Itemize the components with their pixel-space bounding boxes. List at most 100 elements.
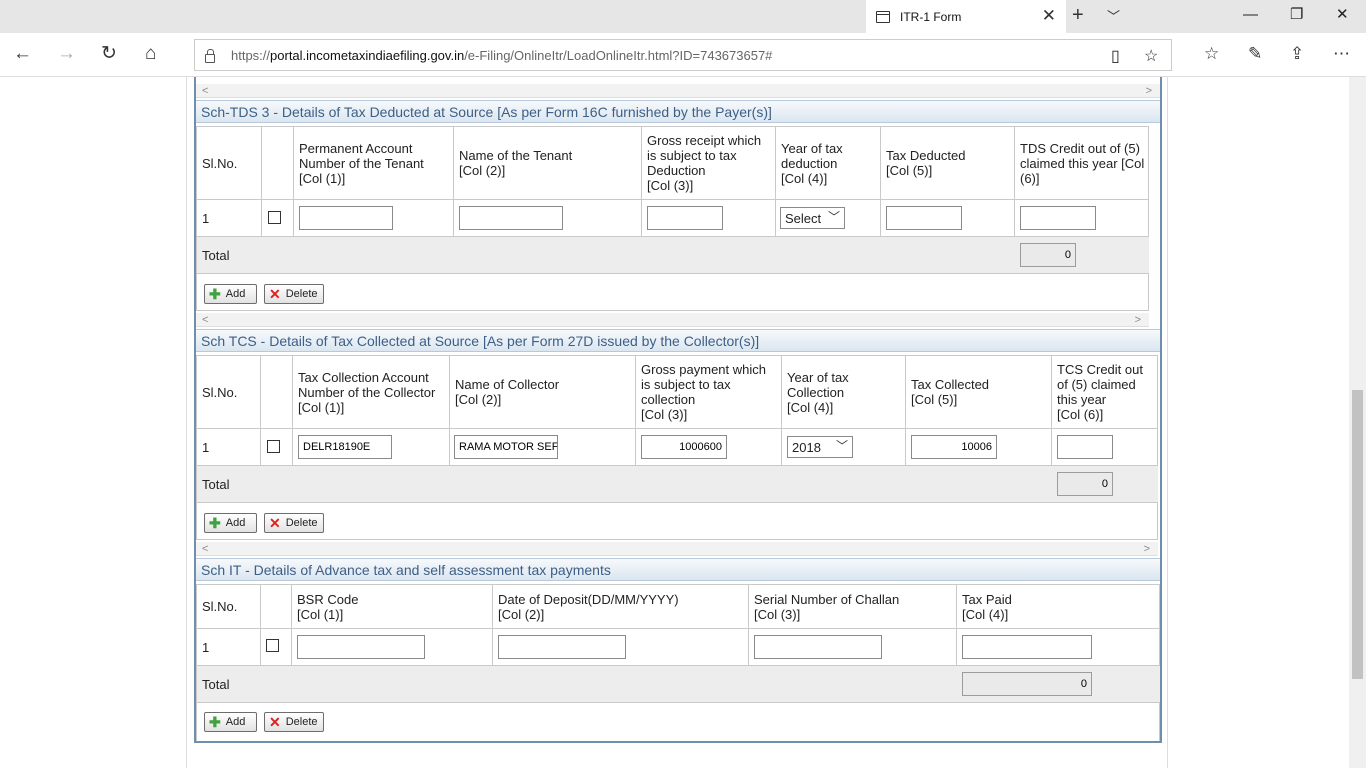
browser-tab[interactable]: ITR-1 Form ✕ xyxy=(866,0,1066,33)
address-toolbar: ← → ↻ ⌂ https://portal.incometaxindiaefi… xyxy=(0,33,1366,77)
challan-cell xyxy=(749,629,957,666)
chevron-down-icon: ﹀ xyxy=(827,210,840,224)
row-number: 1 xyxy=(197,629,261,666)
new-tab-icon[interactable]: + xyxy=(1072,5,1084,25)
scroll-left-icon[interactable]: < xyxy=(202,84,208,98)
url-host: portal.incometaxindiaefiling.gov.in xyxy=(270,47,465,63)
total-cell: 0 xyxy=(957,666,1160,703)
total-cell: 0 xyxy=(1015,237,1149,274)
gross-cell xyxy=(642,200,776,237)
row-checkbox-cell xyxy=(261,429,293,466)
year-cell: Select ﹀ xyxy=(776,200,881,237)
url-path: /e-Filing/OnlineItr/LoadOnlineItr.html?I… xyxy=(464,47,773,63)
close-tab-icon[interactable]: ✕ xyxy=(1042,7,1056,24)
tenant-name-input[interactable] xyxy=(459,206,563,230)
favorites-list-icon[interactable]: ☆ xyxy=(1204,44,1219,64)
favorite-star-icon[interactable]: ☆ xyxy=(1144,46,1158,66)
lock-icon xyxy=(205,48,215,63)
gross-cell: 1000600 xyxy=(636,429,782,466)
url-bar[interactable]: https://portal.incometaxindiaefiling.gov… xyxy=(194,39,1172,71)
delete-button[interactable]: ✕ Delete xyxy=(264,712,324,732)
scrollbar-thumb[interactable] xyxy=(1352,390,1363,679)
scroll-left-icon[interactable]: < xyxy=(202,542,208,556)
header-checkbox-col xyxy=(261,356,293,429)
page-content: < > Sch-TDS 3 - Details of Tax Deducted … xyxy=(0,77,1366,768)
refresh-icon[interactable]: ↻ xyxy=(101,43,117,65)
tax-paid-input[interactable] xyxy=(962,635,1092,659)
pan-input[interactable] xyxy=(299,206,393,230)
tax-collected-cell: 10006 xyxy=(906,429,1052,466)
forward-icon[interactable]: → xyxy=(57,43,76,65)
share-icon[interactable]: ⇪ xyxy=(1290,44,1304,64)
row-checkbox[interactable] xyxy=(268,211,281,224)
it-table: Sl.No. BSR Code [Col (1)] Date of Deposit… xyxy=(196,584,1160,741)
back-icon[interactable]: ← xyxy=(13,43,32,65)
reading-view-icon[interactable]: ▯ xyxy=(1111,46,1120,66)
deposit-date-cell xyxy=(493,629,749,666)
tax-paid-cell xyxy=(957,629,1160,666)
pen-icon[interactable]: ✎ xyxy=(1248,44,1262,64)
header-col6: TCS Credit out of (5) claimed this year [Co… xyxy=(1052,356,1158,429)
bsr-code-input[interactable] xyxy=(297,635,425,659)
row-number: 1 xyxy=(197,200,262,237)
delete-x-icon: ✕ xyxy=(269,714,281,730)
row-checkbox-cell xyxy=(261,629,292,666)
year-select[interactable]: Select ﹀ xyxy=(780,207,845,229)
scroll-right-icon[interactable]: > xyxy=(1135,313,1141,327)
section-heading-tds3: Sch-TDS 3 - Details of Tax Deducted at S… xyxy=(196,100,1160,123)
row-checkbox-cell xyxy=(262,200,294,237)
tax-collected-input[interactable]: 10006 xyxy=(911,435,997,459)
deposit-date-input[interactable] xyxy=(498,635,626,659)
total-label: Total xyxy=(197,237,1015,274)
tcs-credit-cell xyxy=(1052,429,1158,466)
vertical-scrollbar[interactable] xyxy=(1349,77,1366,768)
horizontal-scrollbar[interactable]: < > xyxy=(196,84,1160,98)
tan-input[interactable]: DELR18190E xyxy=(298,435,392,459)
collector-name-input[interactable]: RAMA MOTOR SEF xyxy=(454,435,558,459)
tab-page-icon xyxy=(876,10,890,23)
header-col4: Tax Paid [Col (4)] xyxy=(957,585,1160,629)
gross-receipt-input[interactable] xyxy=(647,206,723,230)
horizontal-scrollbar[interactable]: < > xyxy=(196,542,1158,556)
bsr-cell xyxy=(292,629,493,666)
pan-cell xyxy=(294,200,454,237)
scroll-left-icon[interactable]: < xyxy=(202,313,208,327)
plus-icon: ✚ xyxy=(209,714,221,730)
header-col3: Gross receipt which is subject to tax Dedu… xyxy=(642,127,776,200)
header-slno: Sl.No. xyxy=(197,127,262,200)
close-window-icon[interactable]: ✕ xyxy=(1336,6,1349,24)
more-icon[interactable]: ⋯ xyxy=(1333,44,1350,64)
header-checkbox-col xyxy=(261,585,292,629)
header-col2: Name of the Tenant [Col (2)] xyxy=(454,127,642,200)
minimize-icon[interactable]: — xyxy=(1243,6,1258,24)
header-col1: Tax Collection Account Number of the Coll… xyxy=(293,356,450,429)
year-select[interactable]: 2018 ﹀ xyxy=(787,436,853,458)
add-button[interactable]: ✚ Add xyxy=(204,712,257,732)
tcs-credit-input[interactable] xyxy=(1057,435,1113,459)
tan-cell: DELR18190E xyxy=(293,429,450,466)
total-cell: 0 xyxy=(1052,466,1158,503)
chevron-down-icon[interactable]: ﹀ xyxy=(1107,6,1120,25)
add-button[interactable]: ✚ Add xyxy=(204,284,257,304)
delete-button[interactable]: ✕ Delete xyxy=(264,284,324,304)
restore-icon[interactable]: ❐ xyxy=(1290,6,1303,24)
scroll-right-icon[interactable]: > xyxy=(1144,542,1150,556)
header-col3: Serial Number of Challan [Col (3)] xyxy=(749,585,957,629)
total-value: 0 xyxy=(1057,472,1113,496)
year-cell: 2018 ﹀ xyxy=(782,429,906,466)
delete-button[interactable]: ✕ Delete xyxy=(264,513,324,533)
add-button[interactable]: ✚ Add xyxy=(204,513,257,533)
home-icon[interactable]: ⌂ xyxy=(145,43,156,65)
row-checkbox[interactable] xyxy=(267,440,280,453)
gross-payment-input[interactable]: 1000600 xyxy=(641,435,727,459)
horizontal-scrollbar[interactable]: < > xyxy=(196,313,1149,327)
tds-credit-input[interactable] xyxy=(1020,206,1096,230)
header-col6: TDS Credit out of (5) claimed this year [… xyxy=(1015,127,1149,200)
challan-number-input[interactable] xyxy=(754,635,882,659)
tenant-cell xyxy=(454,200,642,237)
delete-x-icon: ✕ xyxy=(269,515,281,531)
row-checkbox[interactable] xyxy=(266,639,279,652)
tcs-table: Sl.No. Tax Collection Account Number of t… xyxy=(196,355,1158,540)
scroll-right-icon[interactable]: > xyxy=(1146,84,1152,98)
tax-deducted-input[interactable] xyxy=(886,206,962,230)
